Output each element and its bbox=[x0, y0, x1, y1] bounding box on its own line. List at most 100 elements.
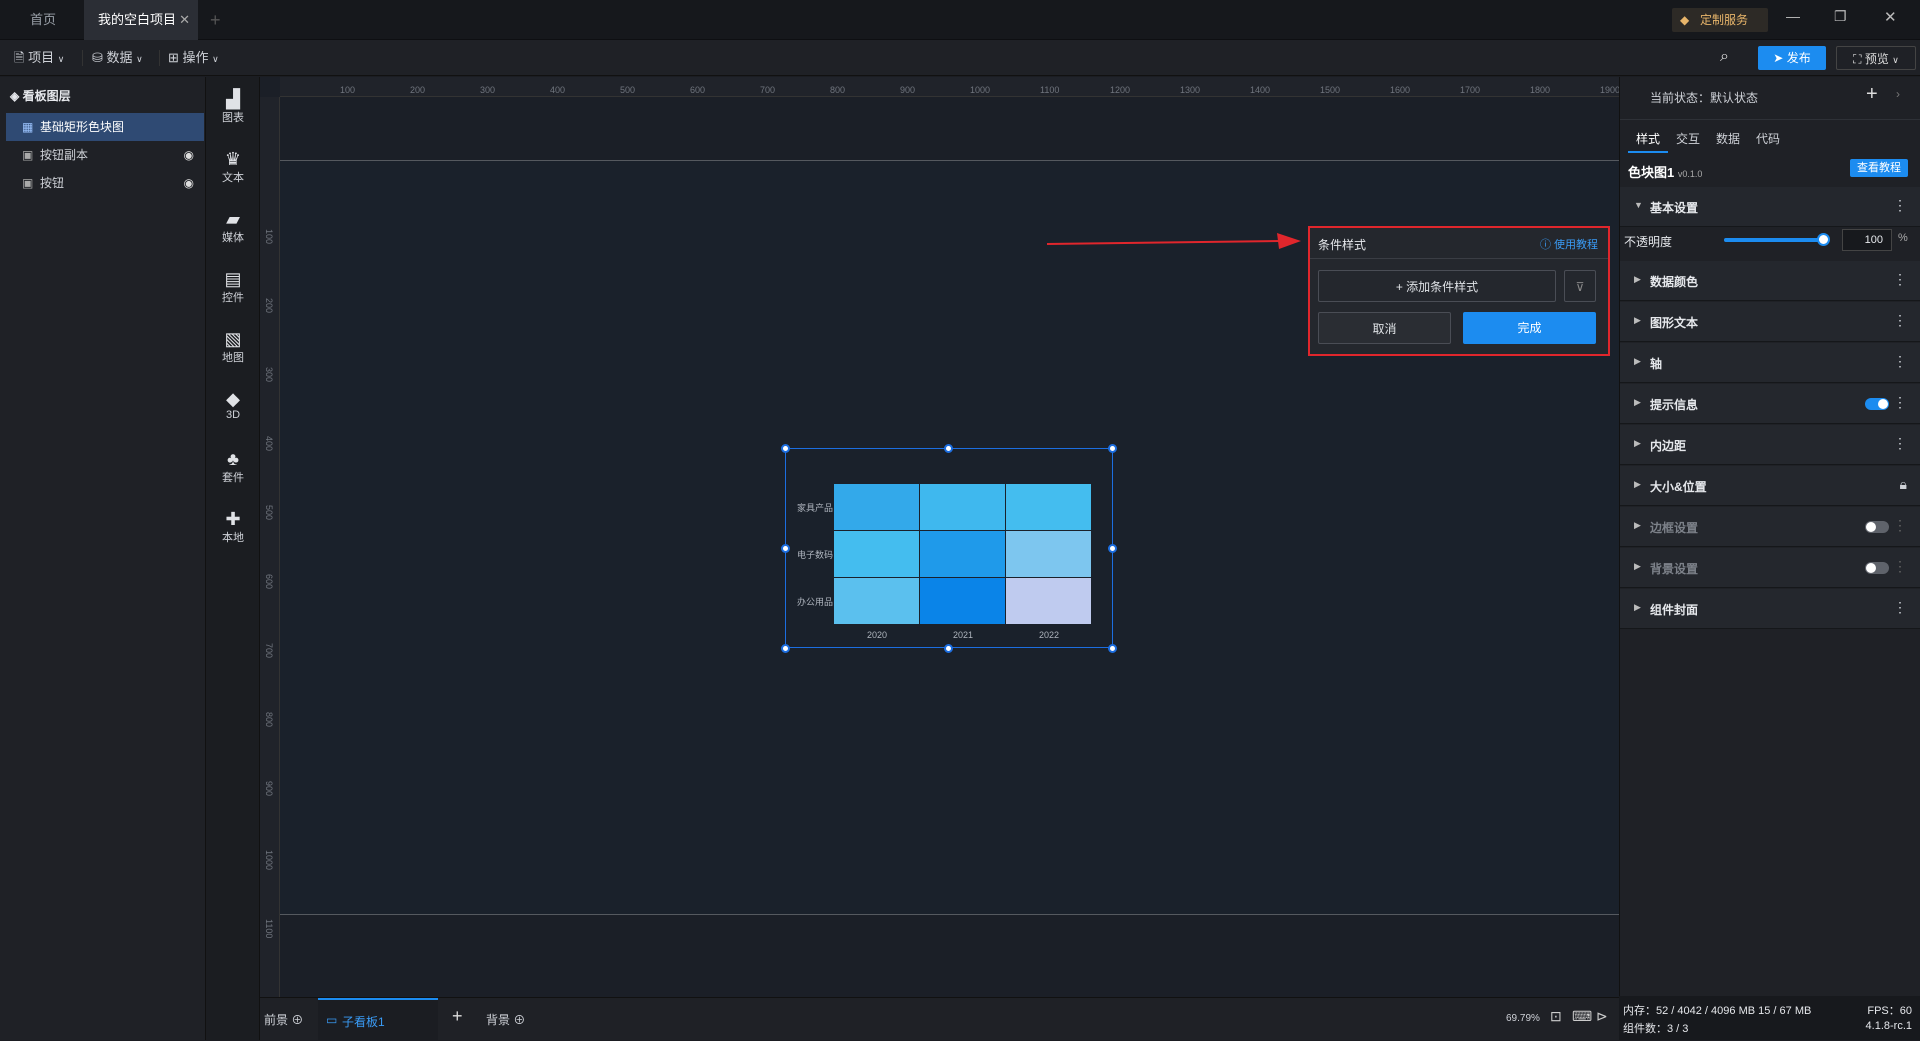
more-icon[interactable]: ⋮ bbox=[1893, 197, 1907, 214]
resize-handle[interactable] bbox=[944, 444, 953, 453]
more-icon[interactable]: ⋮ bbox=[1893, 271, 1907, 288]
heatmap-chart[interactable]: 家具产品 电子数码 办公用品 2020 2021 2022 bbox=[785, 448, 1113, 648]
keyboard-icon[interactable]: ⌨ bbox=[1572, 1008, 1592, 1025]
palette-kit[interactable]: ♣ 套件 bbox=[206, 443, 260, 499]
palette-label: 地图 bbox=[222, 352, 244, 364]
opacity-slider-knob[interactable] bbox=[1817, 233, 1830, 246]
section-background[interactable]: ▶ 背景设置 ⋮ bbox=[1620, 548, 1920, 588]
menu-project[interactable]: 🗎 项目 ∨ bbox=[14, 40, 64, 76]
tab-project[interactable]: 我的空白项目 ✕ bbox=[84, 0, 198, 40]
tooltip-toggle[interactable] bbox=[1865, 398, 1889, 410]
section-label: 背景设置 bbox=[1650, 562, 1699, 576]
section-basic[interactable]: ▼ 基本设置 ⋮ bbox=[1620, 187, 1920, 227]
resize-handle[interactable] bbox=[1108, 544, 1117, 553]
palette-map[interactable]: ▧ 地图 bbox=[206, 323, 260, 379]
terminal-icon[interactable]: ⊳ bbox=[1596, 1008, 1608, 1025]
section-tooltip[interactable]: ▶ 提示信息 ⋮ bbox=[1620, 384, 1920, 424]
more-icon[interactable]: ⋮ bbox=[1893, 435, 1907, 452]
search-icon[interactable]: ⌕ bbox=[1720, 48, 1729, 66]
tab-interaction[interactable]: 交互 bbox=[1668, 127, 1708, 153]
window-close-icon[interactable]: ✕ bbox=[1884, 8, 1897, 26]
custom-service-button[interactable]: ◆ 定制服务 bbox=[1672, 8, 1768, 32]
heatmap-cell[interactable] bbox=[920, 484, 1005, 530]
palette-text[interactable]: ♛ 文本 bbox=[206, 143, 260, 199]
tutorial-button[interactable]: 查看教程 bbox=[1850, 159, 1908, 177]
fit-screen-icon[interactable]: ⊡ bbox=[1550, 1008, 1562, 1025]
resize-handle[interactable] bbox=[1108, 644, 1117, 653]
zoom-level[interactable]: 69.79% bbox=[1506, 1013, 1540, 1024]
tab-home[interactable]: 首页 bbox=[16, 0, 70, 40]
component-title: 色块图1 v0.1.0 bbox=[1628, 162, 1702, 181]
more-icon[interactable]: ⋮ bbox=[1893, 558, 1907, 575]
heatmap-cell[interactable] bbox=[1006, 484, 1091, 530]
more-icon[interactable]: ⋮ bbox=[1893, 599, 1907, 616]
lock-icon[interactable]: 🔒︎ bbox=[1900, 476, 1907, 493]
palette-local[interactable]: ✚ 本地 bbox=[206, 503, 260, 559]
section-padding[interactable]: ▶ 内边距 ⋮ bbox=[1620, 425, 1920, 465]
add-condition-button[interactable]: + 添加条件样式 bbox=[1318, 270, 1556, 302]
close-icon[interactable]: ✕ bbox=[179, 0, 190, 40]
publish-button[interactable]: ➤ 发布 bbox=[1758, 46, 1826, 70]
more-icon[interactable]: ⋮ bbox=[1893, 394, 1907, 411]
palette-control[interactable]: ▤ 控件 bbox=[206, 263, 260, 319]
section-axis[interactable]: ▶ 轴 ⋮ bbox=[1620, 343, 1920, 383]
resize-handle[interactable] bbox=[781, 444, 790, 453]
eye-hidden-icon[interactable]: ◉ bbox=[184, 169, 194, 197]
section-cover[interactable]: ▶ 组件封面 ⋮ bbox=[1620, 589, 1920, 629]
menu-data[interactable]: ⛁ 数据 ∨ bbox=[92, 40, 143, 76]
opacity-slider[interactable] bbox=[1724, 233, 1830, 246]
caret-right-icon: ▶ bbox=[1634, 274, 1641, 284]
resize-handle[interactable] bbox=[944, 644, 953, 653]
new-tab-icon[interactable]: + bbox=[210, 0, 221, 40]
minimize-icon[interactable]: — bbox=[1786, 8, 1800, 24]
section-border[interactable]: ▶ 边框设置 ⋮ bbox=[1620, 507, 1920, 547]
board-tabs-bar: 前景 ⊕ ▭ 子看板1 + 背景 ⊕ 69.79% ⊡ ⌨ ⊳ bbox=[260, 997, 1619, 1041]
layer-item[interactable]: ▦ 基础矩形色块图 bbox=[6, 113, 204, 141]
menu-operate[interactable]: ⊞ 操作 ∨ bbox=[168, 40, 219, 76]
palette-3d[interactable]: ◆ 3D bbox=[206, 383, 260, 439]
section-size-position[interactable]: ▶ 大小&位置 🔒︎ bbox=[1620, 466, 1920, 506]
heatmap-cell[interactable] bbox=[920, 531, 1005, 577]
tab-style[interactable]: 样式 bbox=[1628, 127, 1668, 153]
more-icon[interactable]: ⋮ bbox=[1893, 353, 1907, 370]
front-layer-tab[interactable]: 前景 ⊕ bbox=[264, 1011, 303, 1028]
chevron-right-icon[interactable]: › bbox=[1896, 87, 1900, 101]
cancel-button[interactable]: 取消 bbox=[1318, 312, 1451, 344]
layer-item[interactable]: ▣ 按钮 ◉ bbox=[6, 169, 204, 197]
heatmap-cell[interactable] bbox=[834, 578, 919, 624]
section-shape-text[interactable]: ▶ 图形文本 ⋮ bbox=[1620, 302, 1920, 342]
heatmap-cell[interactable] bbox=[1006, 531, 1091, 577]
background-toggle[interactable] bbox=[1865, 562, 1889, 574]
heatmap-cell[interactable] bbox=[834, 484, 919, 530]
heatmap-cell[interactable] bbox=[834, 531, 919, 577]
restore-icon[interactable]: ❐ bbox=[1834, 8, 1847, 25]
border-toggle[interactable] bbox=[1865, 521, 1889, 533]
opacity-input[interactable]: 100 bbox=[1842, 229, 1892, 251]
layer-item[interactable]: ▣ 按钮副本 ◉ bbox=[6, 141, 204, 169]
palette-media[interactable]: ▰ 媒体 bbox=[206, 203, 260, 259]
back-layer-tab[interactable]: 背景 ⊕ bbox=[486, 1011, 525, 1028]
done-button[interactable]: 完成 bbox=[1463, 312, 1596, 344]
heatmap-cell[interactable] bbox=[920, 578, 1005, 624]
resize-handle[interactable] bbox=[781, 644, 790, 653]
ruler-tick-label: 1400 bbox=[1250, 85, 1271, 95]
resize-handle[interactable] bbox=[781, 544, 790, 553]
eye-hidden-icon[interactable]: ◉ bbox=[184, 141, 194, 169]
add-state-icon[interactable]: + bbox=[1866, 83, 1878, 106]
resize-handle[interactable] bbox=[1108, 444, 1117, 453]
help-link[interactable]: ⓘ 使用教程 bbox=[1540, 236, 1598, 252]
caret-right-icon: ▶ bbox=[1634, 479, 1641, 489]
preview-button[interactable]: ⛶ 预览 ∨ bbox=[1836, 46, 1916, 70]
filter-icon[interactable]: ⊽ bbox=[1564, 270, 1596, 302]
add-board-icon[interactable]: + bbox=[452, 1006, 463, 1027]
tab-code[interactable]: 代码 bbox=[1748, 127, 1788, 153]
palette-chart[interactable]: ▟ 图表 bbox=[206, 83, 260, 139]
add-circle-icon[interactable]: ⊕ bbox=[513, 1013, 525, 1027]
tab-data[interactable]: 数据 bbox=[1708, 127, 1748, 153]
board-tab-active[interactable]: ▭ 子看板1 bbox=[318, 998, 438, 1041]
section-data-color[interactable]: ▶ 数据颜色 ⋮ bbox=[1620, 261, 1920, 301]
more-icon[interactable]: ⋮ bbox=[1893, 312, 1907, 329]
add-circle-icon[interactable]: ⊕ bbox=[291, 1013, 303, 1027]
heatmap-cell[interactable] bbox=[1006, 578, 1091, 624]
more-icon[interactable]: ⋮ bbox=[1893, 517, 1907, 534]
